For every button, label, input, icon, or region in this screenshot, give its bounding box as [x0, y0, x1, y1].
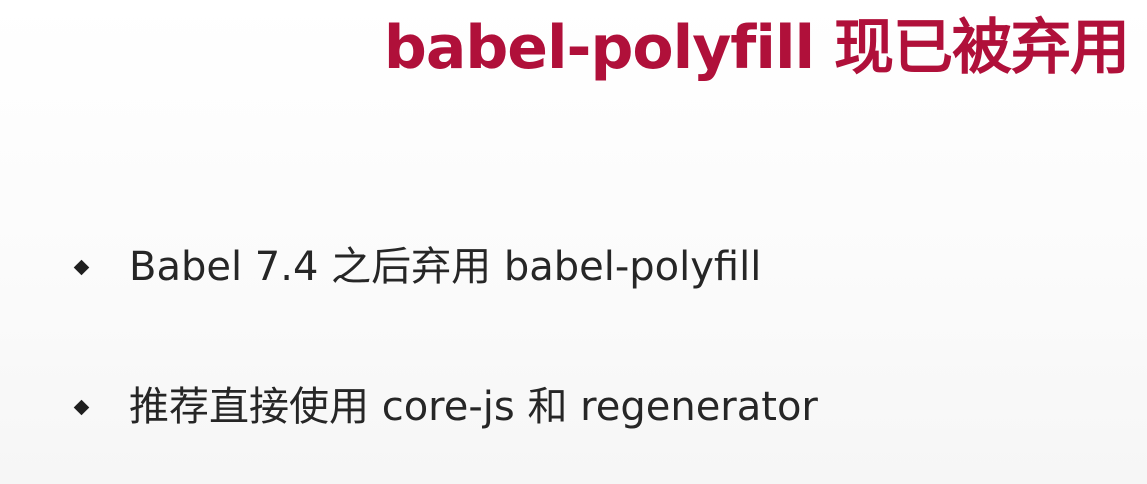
diamond-bullet-icon — [73, 259, 90, 275]
slide-title: babel-polyfill 现已被弃用 — [383, 13, 1130, 83]
bullet-item: Babel 7.4 之后弃用 babel-polyfill — [72, 232, 818, 302]
slide: babel-polyfill 现已被弃用 Babel 7.4 之后弃用 babe… — [0, 0, 1147, 484]
bullet-text: Babel 7.4 之后弃用 babel-polyfill — [129, 244, 762, 290]
bullet-item: 推荐直接使用 core-js 和 regenerator — [72, 372, 818, 442]
bullet-text: 推荐直接使用 core-js 和 regenerator — [129, 384, 818, 430]
diamond-bullet-icon — [73, 399, 90, 415]
bullet-list: Babel 7.4 之后弃用 babel-polyfill 推荐直接使用 cor… — [72, 232, 818, 442]
